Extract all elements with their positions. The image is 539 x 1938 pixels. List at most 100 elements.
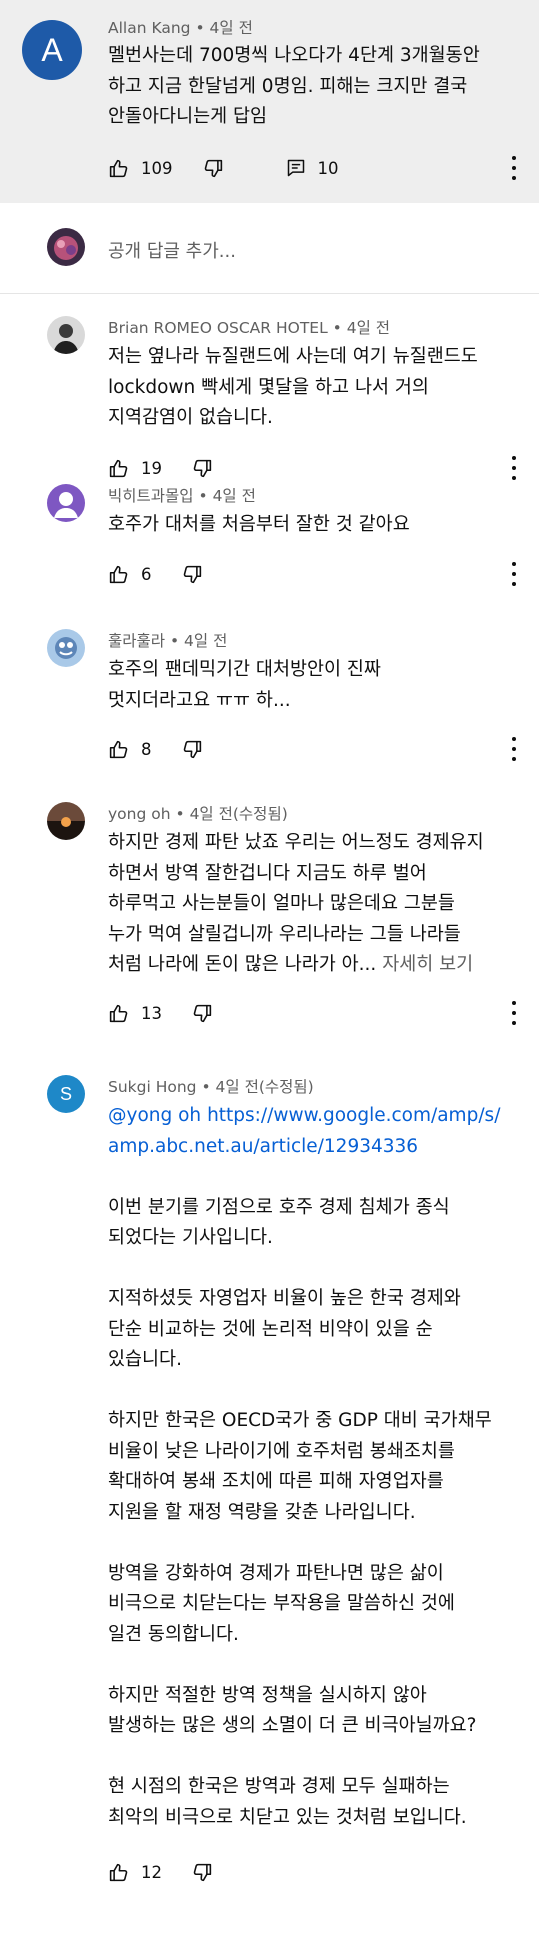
avatar[interactable]: A bbox=[22, 20, 82, 80]
comment-time: 4일 전 bbox=[346, 319, 391, 337]
like-count: 13 bbox=[141, 1003, 162, 1023]
comment-line: 처럼 나라에 돈이 많은 나라가 아... 자세히 보기 bbox=[108, 950, 523, 981]
comment-line: 멜번사는데 700명씩 나오다가 4단계 3개월동안 bbox=[108, 45, 480, 66]
read-more-link[interactable]: 자세히 보기 bbox=[382, 954, 473, 975]
comment-paragraph: 지적하셨듯 자영업자 비율이 높은 한국 경제와 단순 비교하는 것에 논리적 … bbox=[108, 1284, 523, 1376]
comment-paragraph: 이번 분기를 기점으로 호주 경제 침체가 종식 되었다는 기사입니다. bbox=[108, 1193, 523, 1254]
author-name[interactable]: Allan Kang bbox=[108, 19, 191, 37]
like-button[interactable]: 12 bbox=[108, 1862, 162, 1883]
more-options-icon[interactable] bbox=[511, 156, 517, 180]
avatar[interactable] bbox=[47, 629, 85, 667]
more-options-icon[interactable] bbox=[511, 562, 517, 586]
thumbs-up-icon bbox=[108, 158, 129, 179]
comment-paragraph: 현 시점의 한국은 방역과 경제 모두 실패하는 최악의 비극으로 치닫고 있는… bbox=[108, 1772, 523, 1833]
avatar-letter: A bbox=[41, 31, 63, 68]
comment-meta: 빅히트과몰입 • 4일 전 bbox=[108, 487, 256, 505]
like-button[interactable]: 13 bbox=[108, 1003, 162, 1024]
comment-line: 발생하는 많은 생의 소멸이 더 큰 비극아닐까요? bbox=[108, 1715, 477, 1736]
like-count: 8 bbox=[141, 739, 152, 759]
like-button[interactable]: 19 bbox=[108, 458, 162, 479]
avatar[interactable] bbox=[47, 802, 85, 840]
url-link-continued[interactable]: amp.abc.net.au/article/12934336 bbox=[108, 1136, 418, 1157]
comment-icon bbox=[286, 158, 306, 178]
comment-paragraph: 하지만 적절한 방역 정책을 실시하지 않아 발생하는 많은 생의 소멸이 더 … bbox=[108, 1681, 523, 1742]
dislike-button[interactable] bbox=[182, 564, 203, 585]
comment-line: 지적하셨듯 자영업자 비율이 높은 한국 경제와 bbox=[108, 1288, 461, 1309]
mention-link[interactable]: @yong oh bbox=[108, 1105, 201, 1126]
comment-line: 있습니다. bbox=[108, 1349, 182, 1370]
dislike-button[interactable] bbox=[192, 1862, 213, 1883]
comment-actions: 8 bbox=[108, 735, 539, 763]
comment-line: 하루먹고 사는분들이 얼마나 많은데요 그분들 bbox=[108, 893, 455, 914]
comment-line: 일견 동의합니다. bbox=[108, 1623, 239, 1645]
url-link[interactable]: https://www.google.com/amp/s/ bbox=[207, 1105, 500, 1126]
dislike-button[interactable] bbox=[182, 739, 203, 760]
comment-line: amp.abc.net.au/article/12934336 bbox=[108, 1132, 523, 1163]
list-item: 훌라훌라 • 4일 전 호주의 팬데믹기간 대처방안이 진짜 멋지더라고요 ㅠㅠ… bbox=[0, 629, 539, 802]
like-button[interactable]: 109 bbox=[108, 158, 173, 179]
comment-line: 되었다는 기사입니다. bbox=[108, 1227, 273, 1248]
dislike-button[interactable] bbox=[192, 458, 213, 479]
comment-line: 안돌아다니는게 답임 bbox=[108, 106, 268, 127]
comment-meta: Sukgi Hong • 4일 전(수정됨) bbox=[108, 1078, 314, 1096]
comment-line: 호주가 대처를 처음부터 잘한 것 같아요 bbox=[108, 514, 410, 535]
add-reply-input[interactable]: 공개 답글 추가... bbox=[108, 237, 236, 263]
comment-line: @yong oh https://www.google.com/amp/s/ bbox=[108, 1101, 523, 1132]
comment-line: 지역감염이 없습니다. bbox=[108, 407, 273, 428]
reply-count: 10 bbox=[317, 158, 339, 178]
comment-line: 하지만 경제 파탄 났죠 우리는 어느정도 경제유지 bbox=[108, 832, 484, 853]
like-count: 12 bbox=[141, 1862, 162, 1882]
comment-line: 누가 먹여 살릴겁니까 우리나라는 그들 나라들 bbox=[108, 923, 461, 945]
comment-meta: Allan Kang • 4일 전 bbox=[108, 19, 253, 37]
thumbs-up-icon bbox=[108, 564, 129, 585]
more-options-icon[interactable] bbox=[511, 456, 517, 480]
thumbs-down-icon bbox=[192, 458, 213, 479]
more-options-icon[interactable] bbox=[511, 1001, 517, 1025]
comment-line: 호주의 팬데믹기간 대처방안이 진짜 bbox=[108, 659, 381, 680]
comment-text: @yong oh https://www.google.com/amp/s/ a… bbox=[108, 1101, 523, 1833]
thumbs-down-icon bbox=[182, 564, 203, 585]
comment-text: 저는 옆나라 뉴질랜드에 사는데 여기 뉴질랜드도 lockdown 빡세게 몇… bbox=[108, 342, 523, 434]
thumbs-up-icon bbox=[108, 458, 129, 479]
avatar[interactable] bbox=[47, 484, 85, 522]
list-item: Brian ROMEO OSCAR HOTEL • 4일 전 저는 옆나라 뉴질… bbox=[0, 294, 539, 480]
author-name[interactable]: Brian ROMEO OSCAR HOTEL bbox=[108, 319, 328, 337]
add-reply-box[interactable]: 공개 답글 추가... bbox=[0, 203, 539, 294]
thumbs-down-icon bbox=[182, 739, 203, 760]
comment-line: 하지만 한국은 OECD국가 중 GDP 대비 국가채무 bbox=[108, 1410, 492, 1431]
comment-line: 지원을 할 재정 역량을 갖춘 나라입니다. bbox=[108, 1501, 416, 1523]
like-count: 19 bbox=[141, 458, 162, 478]
comment-text: 하지만 경제 파탄 났죠 우리는 어느정도 경제유지 하면서 방역 잘한겁니다 … bbox=[108, 828, 523, 981]
comment-line: 최악의 비극으로 치닫고 있는 것처럼 보입니다. bbox=[108, 1806, 467, 1828]
thumbs-up-icon bbox=[108, 1003, 129, 1024]
author-name[interactable]: 빅히트과몰입 bbox=[108, 487, 194, 505]
top-comment: A Allan Kang • 4일 전 멜번사는데 700명씩 나오다가 4단계… bbox=[0, 0, 539, 203]
comment-time: 4일 전 bbox=[209, 19, 253, 37]
like-button[interactable]: 6 bbox=[108, 564, 152, 585]
dislike-button[interactable] bbox=[203, 158, 224, 179]
thumbs-down-icon bbox=[192, 1003, 213, 1024]
avatar[interactable] bbox=[47, 316, 85, 354]
avatar-letter: S bbox=[59, 1083, 72, 1104]
author-name[interactable]: yong oh bbox=[108, 805, 171, 823]
like-count: 6 bbox=[141, 564, 152, 584]
like-button[interactable]: 8 bbox=[108, 739, 152, 760]
comment-line: 저는 옆나라 뉴질랜드에 사는데 여기 뉴질랜드도 bbox=[108, 346, 478, 367]
comment-line: 방역을 강화하여 경제가 파탄나면 많은 삶이 bbox=[108, 1562, 444, 1584]
avatar[interactable]: S bbox=[47, 1075, 85, 1113]
thumbs-down-icon bbox=[203, 158, 224, 179]
like-count: 109 bbox=[141, 158, 173, 178]
more-options-icon[interactable] bbox=[511, 737, 517, 761]
dislike-button[interactable] bbox=[192, 1003, 213, 1024]
comment-line: 이번 분기를 기점으로 호주 경제 침체가 종식 bbox=[108, 1196, 450, 1218]
list-item: yong oh • 4일 전(수정됨) 하지만 경제 파탄 났죠 우리는 어느정… bbox=[0, 802, 539, 1075]
comment-actions: 109 10 bbox=[108, 154, 539, 182]
author-name[interactable]: Sukgi Hong bbox=[108, 1078, 197, 1096]
comment-time: 4일 전 bbox=[212, 487, 256, 505]
reply-count-button[interactable]: 10 bbox=[286, 158, 339, 178]
comment-line-text: 처럼 나라에 돈이 많은 나라가 아... bbox=[108, 954, 377, 975]
author-name[interactable]: 훌라훌라 bbox=[108, 632, 165, 650]
comment-text: 호주가 대처를 처음부터 잘한 것 같아요 bbox=[108, 510, 523, 541]
list-item: 빅히트과몰입 • 4일 전 호주가 대처를 처음부터 잘한 것 같아요 6 bbox=[0, 484, 539, 629]
comment-time: 4일 전(수정됨) bbox=[189, 805, 288, 823]
